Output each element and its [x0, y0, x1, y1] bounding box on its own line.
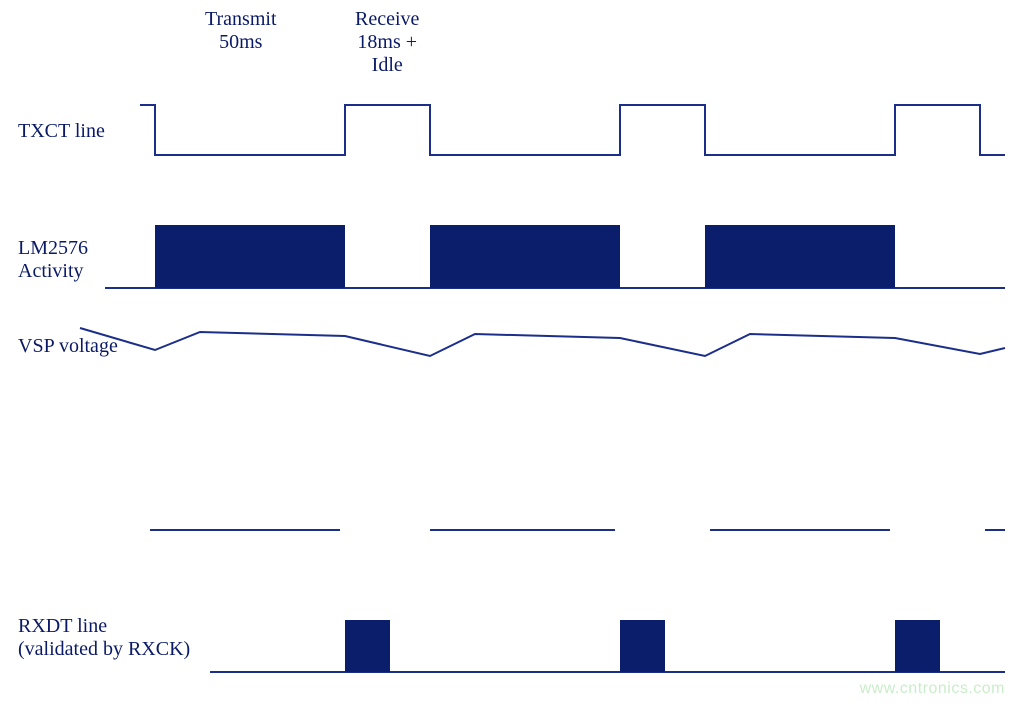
rxdt-pulse-2	[620, 620, 665, 672]
lm-block-2	[430, 225, 620, 288]
txct-waveform	[140, 105, 1005, 155]
vsp-waveform	[80, 328, 1005, 356]
lm-block-1	[155, 225, 345, 288]
rxdt-waveform	[210, 620, 1005, 672]
rxdt-pulse-1	[345, 620, 390, 672]
lm2576-waveform	[105, 225, 1005, 288]
rxdt-pulse-3	[895, 620, 940, 672]
timing-diagram-svg	[0, 0, 1013, 706]
lm-block-3	[705, 225, 895, 288]
